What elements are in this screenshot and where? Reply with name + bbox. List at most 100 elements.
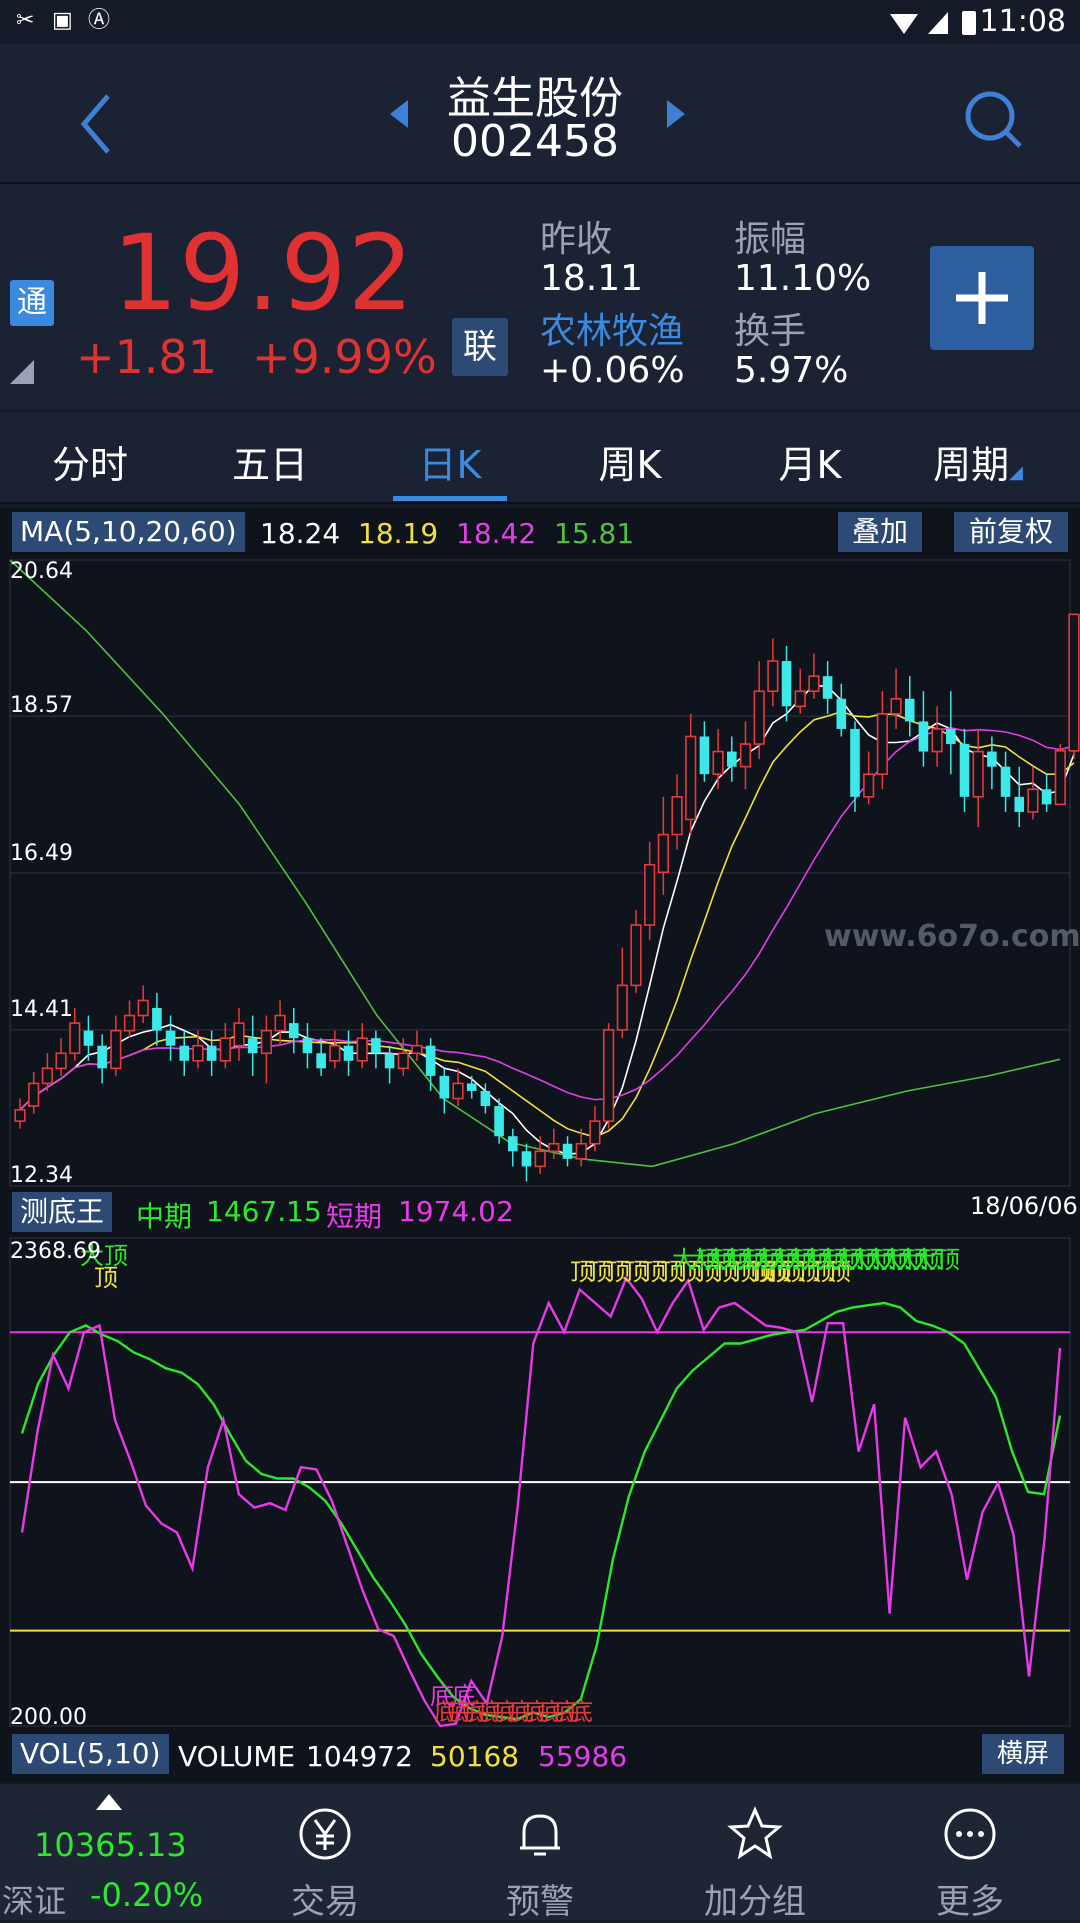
nav-trade[interactable]: 交易 <box>240 1784 410 1922</box>
candle-body <box>302 1038 313 1054</box>
candle-body <box>657 833 669 874</box>
period-tabs: 分时 五日 日K 周K 月K 周期◢ <box>0 412 1080 504</box>
landscape-button[interactable]: 横屏 <box>982 1734 1064 1774</box>
y-tick-bottom: 12.34 <box>10 1163 73 1188</box>
y-tick-top: 20.64 <box>10 559 73 584</box>
candle-body <box>534 1150 546 1168</box>
candle-body <box>192 1044 204 1062</box>
nav-alert[interactable]: 预警 <box>455 1784 625 1922</box>
candle-body <box>548 1142 560 1153</box>
prev-close-value: 18.11 <box>540 258 644 299</box>
nav-add-group[interactable]: 加分组 <box>670 1784 840 1922</box>
candle-body <box>890 697 902 715</box>
price-change: +1.81 <box>76 330 217 384</box>
candle-body <box>931 728 943 753</box>
candle-body <box>179 1045 190 1061</box>
watermark: www.6o7o.com <box>824 919 1080 954</box>
candle-body <box>603 1029 615 1122</box>
candle-body <box>371 1038 381 1054</box>
candle-body <box>137 999 149 1017</box>
nav-more-label: 更多 <box>936 1882 1004 1922</box>
candle-body <box>274 1014 286 1032</box>
sector-link[interactable]: 农林牧渔 <box>540 302 684 354</box>
indicator-chart[interactable]: 大顶顶 顶顶顶顶顶顶顶顶顶顶顶顶顶顶顶顶顶顶大顶大顶大顶大顶大顶大顶大顶大顶大顶大… <box>0 1234 1080 1730</box>
candle-body <box>1041 789 1052 805</box>
candle-body <box>1014 796 1025 812</box>
candle-body <box>97 1045 107 1069</box>
tab-monthly-k[interactable]: 月K <box>740 434 880 489</box>
clock: 11:08 <box>979 4 1066 39</box>
candle-body <box>863 773 875 798</box>
status-bar: ✂ ▣ Ⓐ 11:08 <box>0 0 1080 44</box>
candle-body <box>411 1044 423 1055</box>
bell-icon <box>520 1814 560 1856</box>
candle-body <box>1054 750 1066 806</box>
candle-body <box>562 1143 573 1159</box>
indicator-bar: 测底王 中期 1467.15 短期 1974.02 18/06/06 <box>0 1190 1080 1234</box>
candle-body <box>727 751 737 767</box>
candlestick-chart[interactable]: 20.64 18.57 16.49 14.41 12.34 www.6o7o.c… <box>0 558 1080 1190</box>
candle-body <box>466 1083 477 1091</box>
mid-term-line <box>20 1301 1062 1721</box>
bottom-nav: 10365.13 深证 -0.20% 交易 预警 加分组 更多 <box>0 1784 1080 1922</box>
candle-body <box>397 1052 409 1070</box>
short-term-label: 短期 <box>326 1200 383 1233</box>
candle-body <box>808 675 820 693</box>
tong-badge[interactable]: 通 <box>10 280 54 326</box>
candle-body <box>219 1037 231 1062</box>
more-icon <box>944 1808 996 1860</box>
back-button[interactable] <box>64 84 124 164</box>
amplitude-value: 11.10% <box>734 258 872 299</box>
volume-value: 104972 <box>306 1740 413 1773</box>
bottom-mark: 底 <box>569 1698 593 1726</box>
candle-body <box>1000 766 1011 797</box>
candle-body <box>1027 788 1039 813</box>
candle-body <box>959 744 970 797</box>
candle-body <box>494 1106 504 1137</box>
candle-body <box>452 1082 464 1100</box>
candle-body <box>343 1045 354 1061</box>
index-widget[interactable]: 10365.13 深证 -0.20% <box>0 1784 210 1920</box>
tab-five-day[interactable]: 五日 <box>200 434 340 489</box>
notification-off-icon: ✂ <box>16 8 35 33</box>
app-a-icon: Ⓐ <box>88 8 111 33</box>
candle-body <box>904 698 915 722</box>
vol-ma10: 55986 <box>538 1740 628 1773</box>
candle-body <box>671 796 683 836</box>
tab-intraday[interactable]: 分时 <box>20 434 160 489</box>
ma5-value: 18.24 <box>260 517 341 550</box>
stock-header: 益生股份 002458 <box>0 44 1080 184</box>
chart-grid <box>9 559 1071 1187</box>
candle-body <box>110 1029 122 1070</box>
candle-body <box>316 1053 326 1069</box>
add-watchlist-button[interactable] <box>930 246 1034 350</box>
candle-body <box>987 751 997 767</box>
quote-panel: 通 19.92 +1.81 +9.99% 联 昨收 18.11 农林牧渔 +0.… <box>0 184 1080 410</box>
vol-label[interactable]: VOL(5,10) <box>12 1734 169 1774</box>
tab-weekly-k[interactable]: 周K <box>560 434 700 489</box>
candle-body <box>794 690 806 708</box>
lian-badge[interactable]: 联 <box>452 318 508 376</box>
search-icon[interactable] <box>958 80 1028 160</box>
candle-body <box>152 1008 162 1031</box>
top-mark-big: 大顶 <box>912 1246 960 1274</box>
tab-period[interactable]: 周期◢ <box>908 434 1048 489</box>
current-price: 19.92 <box>112 212 415 334</box>
candle-body <box>753 690 765 745</box>
candle-body <box>288 1023 299 1039</box>
candle-body <box>480 1090 491 1107</box>
ind-y-tick-top: 2368.69 <box>10 1239 101 1264</box>
candle-body <box>876 713 888 775</box>
candle-body <box>28 1082 40 1107</box>
y-tick-4: 14.41 <box>10 997 73 1022</box>
indicator-label[interactable]: 测底王 <box>12 1192 113 1232</box>
ma-label[interactable]: MA(5,10,20,60) <box>12 512 245 552</box>
nav-more[interactable]: 更多 <box>885 1784 1055 1922</box>
candle-body <box>247 1038 258 1054</box>
short-term-line <box>20 1275 1062 1728</box>
yuan-coin-icon <box>299 1808 351 1860</box>
overlay-button[interactable]: 叠加 <box>838 512 922 552</box>
tab-daily-k[interactable]: 日K <box>380 434 520 489</box>
next-stock-button[interactable] <box>667 100 685 128</box>
forward-adjust-button[interactable]: 前复权 <box>954 512 1068 552</box>
